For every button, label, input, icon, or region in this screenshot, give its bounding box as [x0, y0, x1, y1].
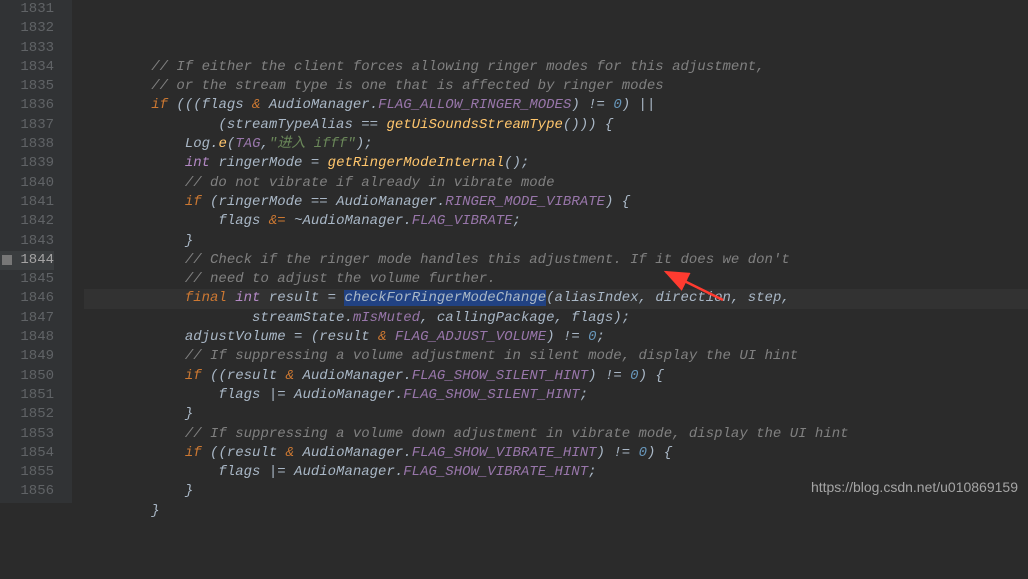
line-number[interactable]: 1831 — [0, 0, 54, 19]
code-line[interactable]: // If either the client forces allowing … — [84, 58, 1028, 77]
code-line[interactable]: // If suppressing a volume down adjustme… — [84, 425, 1028, 444]
code-line[interactable]: Log.e(TAG,"进入 ifff"); — [84, 135, 1028, 154]
line-number[interactable]: 1844 — [0, 251, 54, 270]
line-number[interactable]: 1832 — [0, 19, 54, 38]
line-number[interactable]: 1835 — [0, 77, 54, 96]
line-number[interactable]: 1833 — [0, 39, 54, 58]
line-number[interactable]: 1845 — [0, 270, 54, 289]
line-number[interactable]: 1843 — [0, 232, 54, 251]
code-line[interactable]: int ringerMode = getRingerModeInternal()… — [84, 154, 1028, 173]
code-line[interactable]: // Check if the ringer mode handles this… — [84, 251, 1028, 270]
code-line[interactable]: // need to adjust the volume further. — [84, 270, 1028, 289]
code-line[interactable]: final int result = checkForRingerModeCha… — [84, 289, 1028, 308]
code-line[interactable] — [84, 39, 1028, 58]
code-line[interactable]: } — [84, 232, 1028, 251]
line-number[interactable]: 1847 — [0, 309, 54, 328]
line-number[interactable]: 1848 — [0, 328, 54, 347]
line-number[interactable]: 1852 — [0, 405, 54, 424]
code-line[interactable]: if ((result & AudioManager.FLAG_SHOW_VIB… — [84, 444, 1028, 463]
line-number[interactable]: 1842 — [0, 212, 54, 231]
code-line[interactable]: if (((flags & AudioManager.FLAG_ALLOW_RI… — [84, 96, 1028, 115]
code-line[interactable]: if ((result & AudioManager.FLAG_SHOW_SIL… — [84, 367, 1028, 386]
line-number[interactable]: 1839 — [0, 154, 54, 173]
code-line[interactable]: // or the stream type is one that is aff… — [84, 77, 1028, 96]
code-area[interactable]: // If either the client forces allowing … — [72, 0, 1028, 503]
code-editor[interactable]: 1831183218331834183518361837183818391840… — [0, 0, 1028, 503]
code-line[interactable]: // do not vibrate if already in vibrate … — [84, 174, 1028, 193]
code-line[interactable]: flags |= AudioManager.FLAG_SHOW_SILENT_H… — [84, 386, 1028, 405]
line-number[interactable]: 1837 — [0, 116, 54, 135]
line-number[interactable]: 1851 — [0, 386, 54, 405]
code-line[interactable] — [84, 521, 1028, 540]
line-number[interactable]: 1855 — [0, 463, 54, 482]
code-line[interactable]: } — [84, 405, 1028, 424]
code-line[interactable]: if (ringerMode == AudioManager.RINGER_MO… — [84, 193, 1028, 212]
code-line[interactable]: } — [84, 502, 1028, 521]
watermark-text: https://blog.csdn.net/u010869159 — [811, 478, 1018, 497]
line-number[interactable]: 1849 — [0, 347, 54, 366]
code-line[interactable]: // If suppressing a volume adjustment in… — [84, 347, 1028, 366]
code-line[interactable]: adjustVolume = (result & FLAG_ADJUST_VOL… — [84, 328, 1028, 347]
line-number[interactable]: 1846 — [0, 289, 54, 308]
code-line[interactable]: flags &= ~AudioManager.FLAG_VIBRATE; — [84, 212, 1028, 231]
line-number[interactable]: 1834 — [0, 58, 54, 77]
line-number[interactable]: 1850 — [0, 367, 54, 386]
line-number[interactable]: 1856 — [0, 482, 54, 501]
code-line[interactable]: (streamTypeAlias == getUiSoundsStreamTyp… — [84, 116, 1028, 135]
line-gutter: 1831183218331834183518361837183818391840… — [0, 0, 72, 503]
line-number[interactable]: 1836 — [0, 96, 54, 115]
line-number[interactable]: 1838 — [0, 135, 54, 154]
line-number[interactable]: 1840 — [0, 174, 54, 193]
code-line[interactable]: streamState.mIsMuted, callingPackage, fl… — [84, 309, 1028, 328]
line-number[interactable]: 1841 — [0, 193, 54, 212]
line-number[interactable]: 1853 — [0, 425, 54, 444]
line-number[interactable]: 1854 — [0, 444, 54, 463]
